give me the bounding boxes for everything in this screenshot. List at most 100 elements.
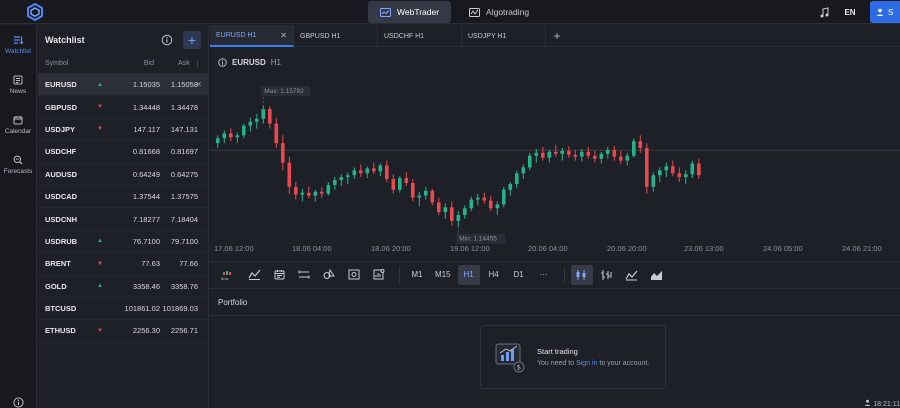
algotrading-label: Algotrading	[486, 7, 530, 17]
timeframe-button[interactable]: M15	[431, 265, 455, 285]
watchlist-row[interactable]: EURUSD ▲ 1.15035 1.15058 ✕	[38, 74, 208, 97]
sign-in-link[interactable]: Sign in	[576, 360, 597, 367]
brand-logo-icon[interactable]	[26, 3, 44, 21]
watchlist-row[interactable]: BTCUSD 101861.02 101869.03	[38, 298, 208, 321]
top-nav: WebTrader Algotrading	[368, 1, 541, 23]
info-icon[interactable]	[161, 34, 173, 46]
trend-button[interactable]	[243, 265, 265, 285]
tab-eurusd[interactable]: EURUSD H1 ✕	[210, 25, 294, 47]
news-icon	[13, 75, 23, 85]
rail-item-forecasts[interactable]: Forecasts	[0, 145, 36, 185]
watchlist-row[interactable]: USDJPY ▼ 147.117 147.131	[38, 119, 208, 142]
algo-chart-icon	[469, 7, 481, 17]
close-tab-icon[interactable]: ✕	[280, 31, 287, 40]
rail-label-forecasts: Forecasts	[3, 168, 33, 175]
candle-body	[560, 150, 565, 154]
rail-item-news[interactable]: News	[0, 65, 36, 105]
watchlist-row[interactable]: BRENT ▼ 77.63 77.66	[38, 253, 208, 276]
rail-label-news: News	[9, 88, 27, 95]
start-trading-card: $ Start trading You need to Sign in to y…	[480, 325, 666, 389]
watchlist-row[interactable]: AUDUSD 0.64249 0.64275	[38, 164, 208, 186]
candles-chart-button[interactable]	[570, 264, 593, 285]
watchlist-columns: Symbol Bid Ask ⋮	[38, 54, 208, 74]
chart-settings-icon	[373, 269, 385, 280]
timeframe-button[interactable]: ···	[533, 265, 555, 285]
left-rail: Watchlist News Calendar Forecasts	[0, 25, 37, 408]
user-icon	[864, 399, 871, 406]
timeframe-group: M1 M15 H1 H4 D1 ···	[406, 264, 558, 285]
calendar-button[interactable]	[268, 265, 290, 285]
server-clock: 18:21:11	[864, 399, 900, 408]
add-tab-button[interactable]: +	[546, 25, 568, 47]
line-chart-button[interactable]	[621, 265, 643, 285]
columns-menu-button[interactable]: ⋮	[190, 60, 201, 68]
bars-chart-button[interactable]	[596, 265, 618, 285]
screenshot-button[interactable]	[343, 265, 365, 285]
watchlist-row[interactable]: ETHUSD ▼ 2256.30 2256.71	[38, 320, 208, 343]
user-button[interactable]: S	[870, 1, 900, 23]
row-symbol: BRENT	[45, 259, 71, 269]
row-bid: 1.15035	[132, 80, 160, 90]
row-bid: 101861.02	[124, 304, 160, 314]
area-chart-button[interactable]	[646, 265, 668, 285]
arrow-down-icon: ▼	[97, 126, 103, 133]
add-symbol-button[interactable]: +	[183, 30, 201, 49]
candle-body	[417, 195, 422, 198]
row-ask: 7.18404	[170, 214, 198, 224]
calendar-icon	[13, 116, 23, 125]
row-ask: 1.34478	[170, 102, 198, 112]
candle-body	[456, 215, 461, 221]
candlestick-chart[interactable]: Max: 1.15792 Min: 1.14455	[210, 47, 900, 259]
candle-body	[235, 135, 240, 138]
row-symbol: GOLD	[45, 281, 67, 291]
timeframe-button[interactable]: H4	[483, 265, 505, 285]
tab-usdjpy[interactable]: USDJPY H1	[462, 25, 546, 47]
settings-button[interactable]	[368, 265, 390, 285]
compare-button[interactable]	[293, 265, 315, 285]
row-bid: 77.63	[141, 259, 160, 269]
watchlist-row[interactable]: USDCAD 1.37544 1.37575	[38, 186, 208, 209]
svg-text:$: $	[517, 364, 521, 372]
chart-window-icon	[380, 7, 391, 17]
sound-button[interactable]	[812, 0, 836, 24]
info-icon[interactable]	[218, 58, 227, 67]
timeframe-button[interactable]: H1	[457, 264, 480, 285]
tab-gbpusd[interactable]: GBPUSD H1	[294, 25, 378, 47]
row-bid: 0.64249	[132, 169, 160, 179]
webtrader-tab[interactable]: WebTrader	[368, 1, 452, 23]
tab-usdchf[interactable]: USDCHF H1	[378, 25, 462, 47]
candle-body	[372, 168, 376, 172]
timeframe-button[interactable]: D1	[508, 265, 530, 285]
arrow-down-icon: ▼	[97, 104, 103, 111]
shapes-button[interactable]	[318, 265, 340, 285]
list-icon	[13, 36, 23, 45]
row-ask: 147.131	[170, 124, 198, 134]
remove-symbol-icon[interactable]: ✕	[195, 80, 202, 89]
candle-body	[593, 155, 597, 159]
watchlist-row[interactable]: USDCHF 0.81668 0.81697	[38, 141, 208, 164]
rail-item-watchlist[interactable]: Watchlist	[0, 25, 36, 65]
row-symbol: ETHUSD	[45, 326, 76, 336]
candle-body	[508, 183, 513, 190]
candle-body	[229, 133, 233, 138]
algotrading-tab[interactable]: Algotrading	[457, 1, 541, 23]
watchlist-row[interactable]: USDRUB ▲ 76.7100 79.7100	[38, 231, 208, 254]
watchlist-row[interactable]: USDCNH 7.18277 7.18404	[38, 208, 208, 231]
candle-body	[690, 163, 695, 175]
webtrader-label: WebTrader	[397, 7, 440, 17]
line-chart-icon	[625, 270, 638, 280]
indicators-button[interactable]: Bids	[218, 265, 240, 285]
arrow-down-icon: ▼	[97, 260, 103, 267]
rail-info[interactable]	[0, 397, 37, 408]
row-ask: 0.64275	[170, 169, 198, 179]
watchlist-row[interactable]: GBPUSD ▼ 1.34448 1.34478	[38, 96, 208, 119]
rail-item-calendar[interactable]: Calendar	[0, 105, 36, 145]
watchlist-row[interactable]: GOLD ▲ 3358.46 3358.76	[38, 276, 208, 298]
rail-label-watchlist: Watchlist	[4, 48, 32, 55]
candle-body	[216, 138, 220, 144]
timeframe-button[interactable]: M1	[406, 265, 428, 285]
row-bid: 7.18277	[132, 214, 160, 224]
candle-body	[534, 152, 539, 156]
indicators-icon: Bids	[221, 270, 231, 281]
language-selector[interactable]: EN	[836, 8, 864, 17]
